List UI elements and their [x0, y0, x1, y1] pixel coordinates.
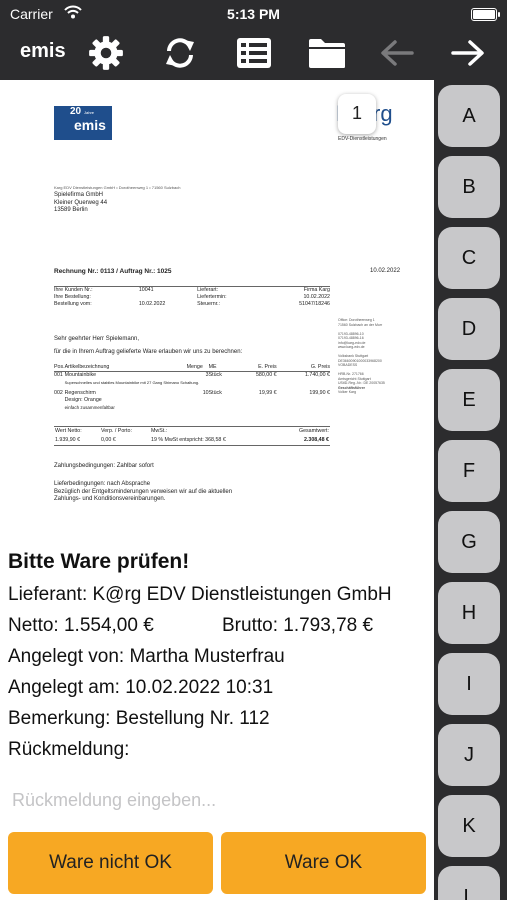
invoice-positions: Pos. Artikelbezeichnung Menge ME E. Prei… [54, 364, 330, 410]
battery-icon [471, 8, 500, 21]
index-letter-j[interactable]: J [438, 724, 500, 786]
alphabet-index: A B C D E F G H I J K L [434, 80, 507, 900]
check-heading: Bitte Ware prüfen! [8, 550, 190, 573]
gear-icon [89, 36, 123, 70]
toolbar: emis [0, 28, 507, 78]
emis-logo: 20 Jahre emis [54, 106, 112, 140]
company-details: Office: Dorotheenweg 1 71560 Sulzbach an… [338, 318, 385, 394]
status-bar: Carrier 5:13 PM [0, 0, 507, 28]
back-button[interactable] [375, 32, 419, 74]
index-letter-a[interactable]: A [438, 85, 500, 147]
refresh-icon [166, 38, 194, 68]
content-panel: 20 Jahre emis K@rg EDV-Dienstleistungen … [0, 80, 434, 900]
invoice-title: Rechnung Nr.: 0113 / Auftrag Nr.: 1025 [54, 268, 172, 275]
index-letter-d[interactable]: D [438, 298, 500, 360]
payment-terms: Zahlungsbedingungen: Zahlbar sofort [54, 463, 154, 469]
index-letter-g[interactable]: G [438, 511, 500, 573]
app-title: emis [20, 40, 66, 62]
gross-amount: Brutto: 1.793,78 € [222, 615, 374, 636]
arrow-left-icon [381, 40, 414, 66]
created-by: Angelegt von: Martha Musterfrau [8, 646, 285, 667]
karg-logo-subtitle: EDV-Dienstleistungen [338, 136, 387, 142]
index-letter-c[interactable]: C [438, 227, 500, 289]
list-button[interactable] [232, 32, 276, 74]
created-at: Angelegt am: 10.02.2022 10:31 [8, 677, 274, 698]
folder-button[interactable] [305, 32, 349, 74]
sender-line: Karg EDV Dienstleistungen GmbH • Dorothe… [54, 185, 181, 190]
invoice-preview[interactable]: 20 Jahre emis K@rg EDV-Dienstleistungen … [48, 94, 400, 520]
clock: 5:13 PM [227, 6, 280, 22]
index-letter-h[interactable]: H [438, 582, 500, 644]
index-letter-f[interactable]: F [438, 440, 500, 502]
list-icon [237, 38, 271, 68]
delivery-terms: Lieferbedingungen: nach Absprache Bezügl… [54, 481, 233, 502]
accept-goods-button[interactable]: Ware OK [221, 832, 426, 894]
invoice-greeting: Sehr geehrter Herr Spielemann, [54, 336, 140, 342]
reject-goods-button[interactable]: Ware nicht OK [8, 832, 213, 894]
index-letter-l[interactable]: L [438, 866, 500, 900]
invoice-date: 10.02.2022 [370, 268, 401, 274]
index-letter-e[interactable]: E [438, 369, 500, 431]
invoice-intro: für die in Ihrem Auftrag gelieferte Ware… [54, 349, 243, 355]
supplier-label: Lieferant: K@rg EDV Dienstleistungen Gmb… [8, 584, 392, 605]
remark: Bemerkung: Bestellung Nr. 112 [8, 708, 270, 729]
net-amount: Netto: 1.554,00 € [8, 615, 154, 636]
arrow-right-icon [451, 40, 484, 66]
settings-button[interactable] [84, 32, 128, 74]
index-letter-i[interactable]: I [438, 653, 500, 715]
feedback-label: Rückmeldung: [8, 739, 130, 760]
page-number-badge: 1 [338, 94, 376, 134]
index-letter-k[interactable]: K [438, 795, 500, 857]
index-letter-b[interactable]: B [438, 156, 500, 218]
invoice-totals: Wert Netto: Verp. / Porto: MwSt.: Gesamt… [54, 426, 330, 446]
invoice-meta: Ihre Kunden Nr.: 10041 Lieferart: Firma Kar… [54, 286, 330, 307]
feedback-input[interactable] [8, 780, 434, 820]
forward-button[interactable] [446, 32, 490, 74]
refresh-button[interactable] [158, 32, 202, 74]
folder-icon [309, 39, 345, 68]
recipient-address: Spielefirma GmbH Kleiner Querweg 44 1358… [54, 192, 108, 213]
